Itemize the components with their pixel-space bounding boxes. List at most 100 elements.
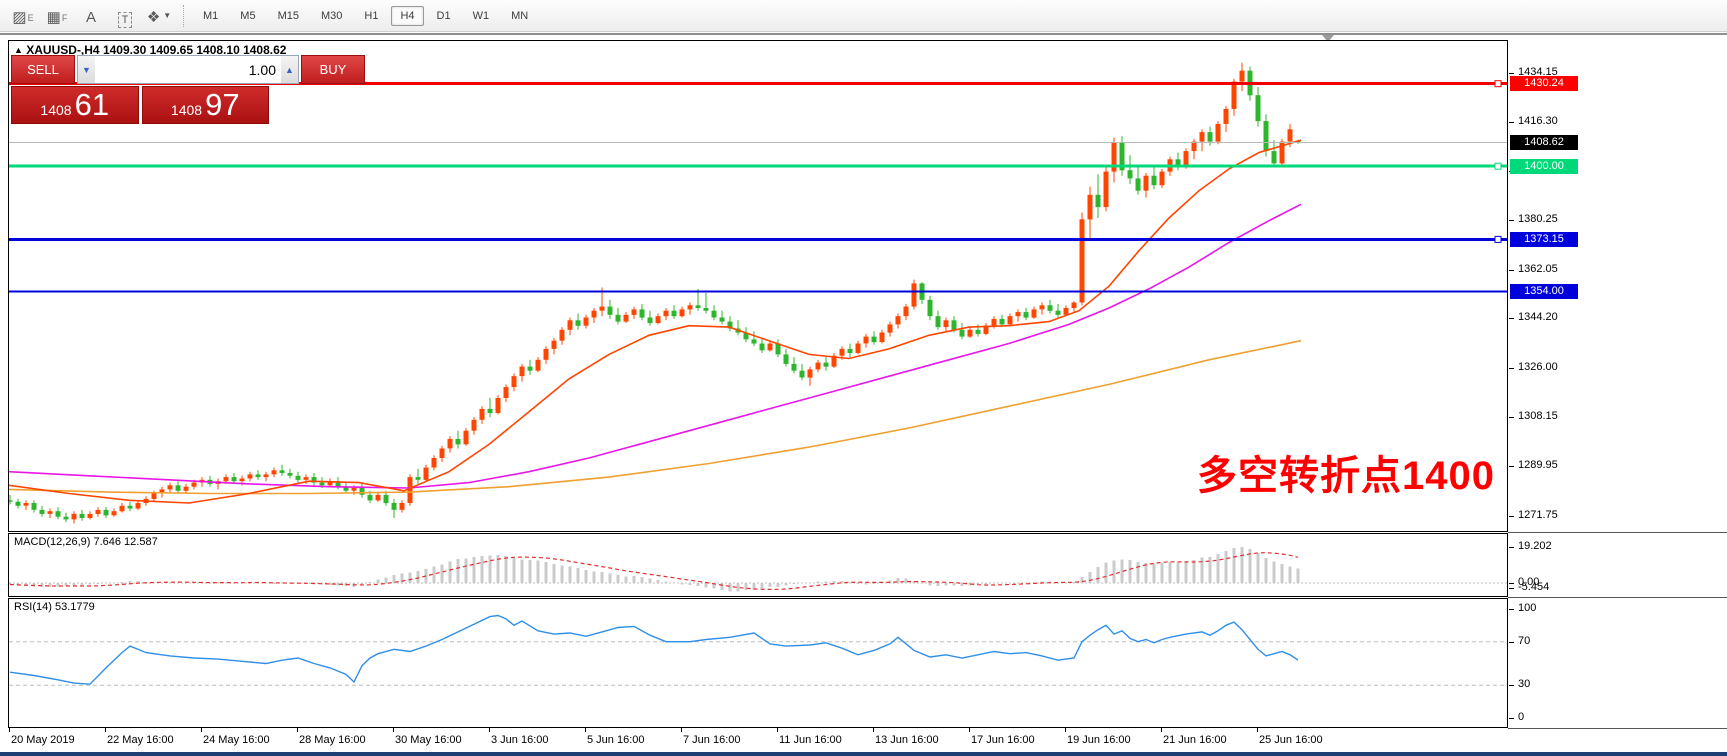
line-handle[interactable] <box>1495 81 1501 87</box>
time-label: 17 Jun 16:00 <box>971 734 1035 746</box>
buy-price-big: 97 <box>205 88 239 122</box>
buy-button[interactable]: BUY <box>301 55 365 84</box>
timeframe-m1-button[interactable]: M1 <box>194 6 227 26</box>
axis-tick-mark <box>1509 368 1514 369</box>
macd-tick: -5.454 <box>1518 581 1549 593</box>
rsi-tick: 100 <box>1518 602 1536 614</box>
volume-decrease-button[interactable]: ▼ <box>78 56 95 83</box>
axis-tick-mark <box>1509 417 1514 418</box>
time-label: 30 May 16:00 <box>395 734 462 746</box>
one-click-trading-panel: SELL ▼ ▲ BUY 1408 61 1408 97 <box>11 55 269 124</box>
rsi-canvas[interactable] <box>9 599 1507 727</box>
timeframe-h4-button[interactable]: H4 <box>391 6 423 26</box>
cursor-tool-icon: ❖ <box>147 8 160 28</box>
volume-input[interactable] <box>95 56 281 83</box>
volume-spinner: ▼ ▲ <box>77 55 299 84</box>
axis-tick-mark <box>1509 588 1514 589</box>
chart-annotation[interactable]: 多空转折点1400 <box>1197 443 1495 501</box>
time-tick <box>873 728 874 732</box>
line-handle[interactable] <box>1495 236 1501 242</box>
macd-label: MACD(12,26,9) 7.646 12.587 <box>14 536 158 548</box>
axis-tick-mark <box>1509 466 1514 467</box>
buy-price-button[interactable]: 1408 97 <box>142 86 270 124</box>
axis-tick-mark <box>1509 73 1514 74</box>
time-tick <box>969 728 970 732</box>
timeframe-w1-button[interactable]: W1 <box>464 6 499 26</box>
time-tick <box>297 728 298 732</box>
rsi-line <box>10 616 1298 685</box>
timeframe-m5-button[interactable]: M5 <box>231 6 264 26</box>
macd-tick: 19.202 <box>1518 540 1552 552</box>
price-tick: 1271.75 <box>1518 509 1558 521</box>
time-label: 7 Jun 16:00 <box>683 734 741 746</box>
axis-tick-mark <box>1509 718 1514 719</box>
panel-separator <box>1508 532 1727 533</box>
time-label: 11 Jun 16:00 <box>779 734 842 746</box>
candlesticks <box>9 63 1301 524</box>
rsi-label: RSI(14) 53.1779 <box>14 601 95 613</box>
price-badge-1408.62: 1408.62 <box>1510 135 1578 150</box>
axis-tick-mark <box>1509 220 1514 221</box>
cursor-tool-button[interactable]: ❖▼ <box>144 3 174 29</box>
support-line-1373[interactable] <box>9 236 1507 242</box>
axis-tick-mark <box>1509 642 1514 643</box>
time-tick <box>9 728 10 732</box>
buy-price-small: 1408 <box>171 93 202 127</box>
timeframe-d1-button[interactable]: D1 <box>428 6 460 26</box>
time-tick <box>1161 728 1162 732</box>
time-tick <box>1065 728 1066 732</box>
time-axis[interactable]: 20 May 201922 May 16:0024 May 16:0028 Ma… <box>8 728 1508 752</box>
toolbar-separator <box>183 5 185 27</box>
rsi-tick: 70 <box>1518 635 1530 647</box>
timeframe-m15-button[interactable]: M15 <box>269 6 308 26</box>
macd-canvas[interactable] <box>9 534 1507 596</box>
volume-increase-button[interactable]: ▲ <box>281 56 298 83</box>
time-label: 25 Jun 16:00 <box>1259 734 1323 746</box>
timeframe-mn-button[interactable]: MN <box>502 6 537 26</box>
pattern-tool-button[interactable]: ▨E <box>8 3 38 29</box>
time-tick <box>105 728 106 732</box>
time-tick <box>777 728 778 732</box>
rsi-tick: 0 <box>1518 711 1524 723</box>
fibo-grid-tool-button[interactable]: ▦F <box>42 3 72 29</box>
sell-button[interactable]: SELL <box>11 55 75 84</box>
rsi-panel: RSI(14) 53.1779 <box>8 598 1508 728</box>
macd-histogram <box>10 547 1298 592</box>
rsi-tick: 30 <box>1518 678 1530 690</box>
text-tool-icon: A <box>86 8 96 28</box>
text-tool-button[interactable]: A <box>76 3 106 29</box>
price-tick: 1308.15 <box>1518 410 1558 422</box>
time-tick <box>393 728 394 732</box>
price-tick: 1289.95 <box>1518 459 1558 471</box>
timeframe-h1-button[interactable]: H1 <box>355 6 387 26</box>
price-badge-1373.15: 1373.15 <box>1510 232 1578 247</box>
time-label: 13 Jun 16:00 <box>875 734 939 746</box>
axis-tick-mark <box>1509 318 1514 319</box>
textbox-tool-button[interactable]: T <box>110 3 140 29</box>
pattern-tool-icon: ▨ <box>12 8 26 28</box>
axis-tick-mark <box>1509 270 1514 271</box>
sell-price-small: 1408 <box>40 93 71 127</box>
sell-price-button[interactable]: 1408 61 <box>11 86 139 124</box>
fibo-grid-tool-icon: ▦ <box>47 8 61 28</box>
time-label: 3 Jun 16:00 <box>491 734 549 746</box>
time-label: 5 Jun 16:00 <box>587 734 645 746</box>
panel-separator <box>1508 728 1727 729</box>
price-axis[interactable]: 1434.151416.301398.101380.251362.051344.… <box>1509 40 1727 752</box>
price-badge-1400.00: 1400.00 <box>1510 159 1578 174</box>
time-label: 19 Jun 16:00 <box>1067 734 1131 746</box>
timeframe-group: M1M5M15M30H1H4D1W1MN <box>194 6 537 26</box>
toolbar: ▨E▦FAT❖▼ M1M5M15M30H1H4D1W1MN <box>0 0 1727 32</box>
timeframe-m30-button[interactable]: M30 <box>312 6 351 26</box>
time-label: 21 Jun 16:00 <box>1163 734 1227 746</box>
price-badge-1430.24: 1430.24 <box>1510 76 1578 91</box>
dropdown-caret-icon: ▼ <box>163 6 171 26</box>
price-tick: 1344.20 <box>1518 311 1558 323</box>
time-label: 28 May 16:00 <box>299 734 366 746</box>
price-tick: 1362.05 <box>1518 263 1558 275</box>
axis-tick-mark <box>1509 685 1514 686</box>
line-handle[interactable] <box>1495 163 1501 169</box>
price-tick: 1326.00 <box>1518 361 1558 373</box>
drawing-tools-group: ▨E▦FAT❖▼ <box>8 3 174 29</box>
axis-tick-mark <box>1509 609 1514 610</box>
